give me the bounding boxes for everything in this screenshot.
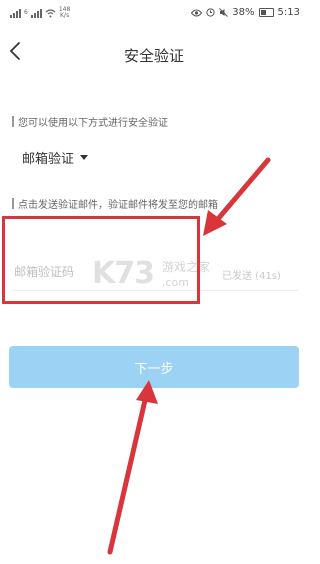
verify-methods-label: 您可以使用以下方式进行安全验证	[12, 114, 168, 129]
signal-bars-icon-2	[30, 8, 42, 18]
status-bar: 6 148 K/s 38% 5:13	[0, 0, 308, 26]
verify-method-dropdown[interactable]: 邮箱验证	[22, 148, 89, 167]
battery-icon	[258, 8, 274, 17]
status-right: 38% 5:13	[191, 7, 300, 18]
caret-down-icon	[80, 155, 89, 160]
wifi-icon	[45, 8, 56, 17]
verify-methods-text: 您可以使用以下方式进行安全验证	[18, 118, 168, 129]
highlight-box	[2, 216, 200, 304]
header: 安全验证	[0, 26, 308, 82]
network-speed-unit: K/s	[60, 12, 70, 19]
network-speed: 148 K/s	[59, 7, 70, 19]
network-tag: 6	[24, 9, 28, 16]
verify-method-selected: 邮箱验证	[22, 152, 75, 167]
signal-bars-icon	[10, 8, 21, 18]
next-step-button[interactable]: 下一步	[9, 346, 299, 388]
label-accent-bar	[12, 116, 14, 127]
send-email-hint-text: 点击发送验证邮件，验证邮件将发至您的邮箱	[18, 200, 218, 211]
send-email-hint: 点击发送验证邮件，验证邮件将发至您的邮箱	[12, 196, 218, 211]
page-title: 安全验证	[123, 47, 184, 65]
mute-icon	[219, 8, 229, 17]
arrow-to-button	[107, 380, 158, 555]
battery-percent: 38%	[232, 7, 255, 18]
status-left: 6 148 K/s	[10, 7, 70, 19]
eye-icon	[191, 9, 203, 16]
label-accent-bar-2	[12, 198, 14, 209]
alarm-icon	[206, 8, 215, 17]
clock: 5:13	[277, 7, 300, 18]
